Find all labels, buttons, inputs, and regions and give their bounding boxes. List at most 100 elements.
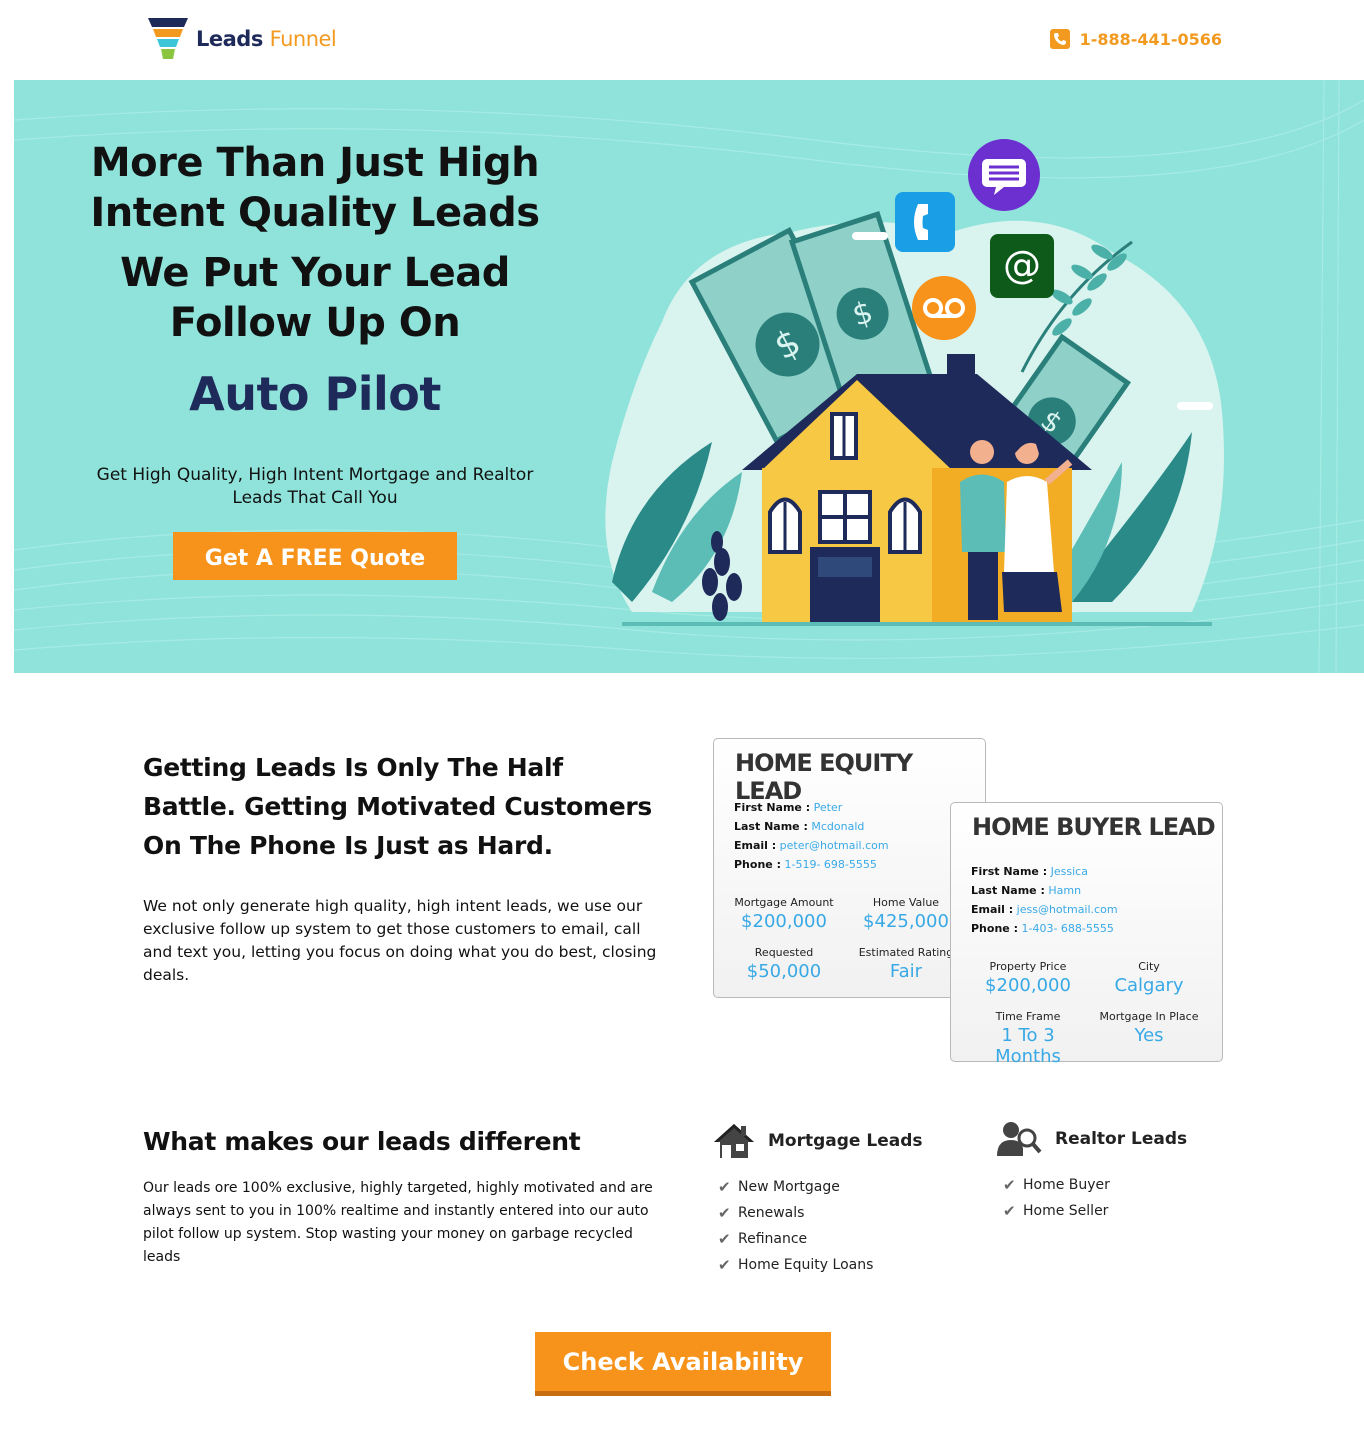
section-2-body: We not only generate high quality, high … — [143, 897, 657, 984]
field-key: First Name : — [971, 865, 1048, 878]
stat: Home Value $425,000 — [846, 896, 966, 932]
list-item-label: Renewals — [738, 1205, 805, 1221]
realtor-leads-feature: Realtor Leads ✔ Home Buyer ✔ Home Seller — [997, 1120, 1187, 1224]
stat-value: Yes — [1134, 1025, 1164, 1046]
house-icon — [714, 1124, 754, 1158]
stat-label: Requested — [754, 946, 814, 959]
check-icon: ✔ — [1003, 1202, 1016, 1220]
field-key: Email : — [971, 903, 1014, 916]
mortgage-leads-feature: Mortgage Leads ✔ New Mortgage ✔ Renewals ✔… — [712, 1122, 923, 1278]
mortgage-leads-list: ✔ New Mortgage ✔ Renewals ✔ Refinance ✔ Home… — [718, 1174, 923, 1278]
logo[interactable]: Leads Funnel — [146, 16, 337, 62]
field-value: Mcdonald — [811, 820, 865, 833]
field-value: jess@hotmail.com — [1016, 903, 1118, 916]
stat: Mortgage In Place Yes — [1089, 1010, 1209, 1046]
hero-section: More Than Just High Intent Quality Leads… — [14, 80, 1364, 673]
house-illustration: $ $ $ @ — [605, 139, 1224, 626]
feature-head: Mortgage Leads — [712, 1122, 923, 1160]
hero-highlight: Auto Pilot — [189, 367, 441, 421]
stat-label: Property Price — [989, 960, 1067, 973]
field-key: Phone : — [734, 858, 781, 871]
hero-headline: More Than Just High Intent Quality Leads — [90, 140, 540, 236]
field-value: Peter — [813, 801, 843, 814]
user-search-icon — [997, 1122, 1042, 1156]
check-icon: ✔ — [718, 1230, 731, 1248]
stat-value: $200,000 — [985, 975, 1071, 996]
card-title: HOME EQUITY LEAD — [735, 749, 913, 805]
check-icon: ✔ — [718, 1204, 731, 1222]
svg-text:@: @ — [1003, 243, 1041, 287]
feature-title: Realtor Leads — [1055, 1129, 1188, 1149]
check-icon: ✔ — [718, 1178, 731, 1196]
stat: Estimated Rating Fair — [846, 946, 966, 982]
stat-label: Mortgage In Place — [1099, 1010, 1199, 1023]
list-item-label: Refinance — [738, 1231, 808, 1247]
field-value: 1-519- 698-5555 — [784, 858, 877, 871]
field-value: Hamn — [1048, 884, 1082, 897]
stat-value: Calgary — [1114, 975, 1184, 996]
field-key: Last Name : — [734, 820, 808, 833]
list-item: ✔ Refinance — [718, 1226, 923, 1252]
list-item: ✔ Home Seller — [1003, 1198, 1187, 1224]
stat: City Calgary — [1089, 960, 1209, 996]
realtor-leads-list: ✔ Home Buyer ✔ Home Seller — [1003, 1172, 1187, 1224]
logo-funnel: Funnel — [269, 27, 337, 51]
home-equity-lead-card: HOME EQUITY LEAD First Name : Peter Last… — [713, 738, 986, 998]
stat-label: City — [1138, 960, 1160, 973]
free-quote-button[interactable]: Get A FREE Quote — [173, 532, 457, 580]
home-buyer-lead-card: HOME BUYER LEAD First Name : Jessica Las… — [950, 802, 1223, 1067]
stat-label: Mortgage Amount — [734, 896, 834, 909]
stat-value: Fair — [889, 961, 923, 982]
section-3-body: Our leads ore 100% exclusive, highly tar… — [143, 1180, 653, 1265]
card-title: HOME BUYER LEAD — [972, 813, 1216, 841]
list-item: ✔ New Mortgage — [718, 1174, 923, 1200]
list-item-label: Home Buyer — [1023, 1177, 1110, 1193]
chat-icon — [968, 139, 1040, 211]
feature-head: Realtor Leads — [997, 1120, 1187, 1158]
stat: Mortgage Amount $200,000 — [724, 896, 844, 932]
hero-subtext: Get High Quality, High Intent Mortgage a… — [96, 465, 534, 508]
card-fields: First Name : Jessica Last Name : Hamn Em… — [971, 862, 1118, 938]
hero-copy: More Than Just High Intent Quality Leads… — [74, 138, 556, 580]
field-value: Jessica — [1050, 865, 1088, 878]
stat-label: Estimated Rating — [858, 946, 954, 959]
phone-link[interactable]: 1-888-441-0566 — [1049, 29, 1222, 49]
field-value: peter@hotmail.com — [779, 839, 889, 852]
field-key: Phone : — [971, 922, 1018, 935]
phone-number: 1-888-441-0566 — [1079, 29, 1222, 49]
field-key: Last Name : — [971, 884, 1045, 897]
list-item-label: Home Seller — [1023, 1203, 1109, 1219]
feature-title: Mortgage Leads — [768, 1131, 923, 1151]
field-key: Email : — [734, 839, 777, 852]
stat-value: $50,000 — [746, 961, 822, 982]
stat: Time Frame 1 To 3 Months — [968, 1010, 1088, 1067]
stat-label: Time Frame — [995, 1010, 1061, 1023]
list-item-label: Home Equity Loans — [738, 1257, 874, 1273]
section-2-title: Getting Leads Is Only The Half Battle. G… — [143, 753, 653, 860]
stat-value: $425,000 — [863, 911, 949, 932]
phone-icon — [895, 192, 955, 252]
check-icon: ✔ — [1003, 1176, 1016, 1194]
logo-leads: Leads — [196, 27, 263, 51]
logo-text: Leads Funnel — [196, 27, 337, 51]
list-item-label: New Mortgage — [738, 1179, 840, 1195]
stat-value: $200,000 — [741, 911, 827, 932]
phone-icon — [1049, 29, 1070, 49]
list-item: ✔ Home Equity Loans — [718, 1252, 923, 1278]
list-item: ✔ Renewals — [718, 1200, 923, 1226]
stat-value: 1 To 3 Months — [995, 1025, 1061, 1067]
hero-subheadline: We Put Your Lead Follow Up On — [120, 250, 510, 346]
at-sign-icon: @ — [990, 234, 1054, 298]
field-value: 1-403- 688-5555 — [1021, 922, 1114, 935]
check-icon: ✔ — [718, 1256, 731, 1274]
check-availability-button[interactable]: Check Availability — [535, 1332, 831, 1396]
funnel-logo-icon — [148, 18, 188, 59]
list-item: ✔ Home Buyer — [1003, 1172, 1187, 1198]
field-key: First Name : — [734, 801, 811, 814]
stat: Property Price $200,000 — [968, 960, 1088, 996]
stat: Requested $50,000 — [724, 946, 844, 982]
stat-label: Home Value — [872, 896, 940, 909]
section-3-title: What makes our leads different — [143, 1127, 581, 1156]
voicemail-icon — [912, 276, 976, 340]
site-header: Leads Funnel 1-888-441-0566 — [0, 0, 1364, 80]
